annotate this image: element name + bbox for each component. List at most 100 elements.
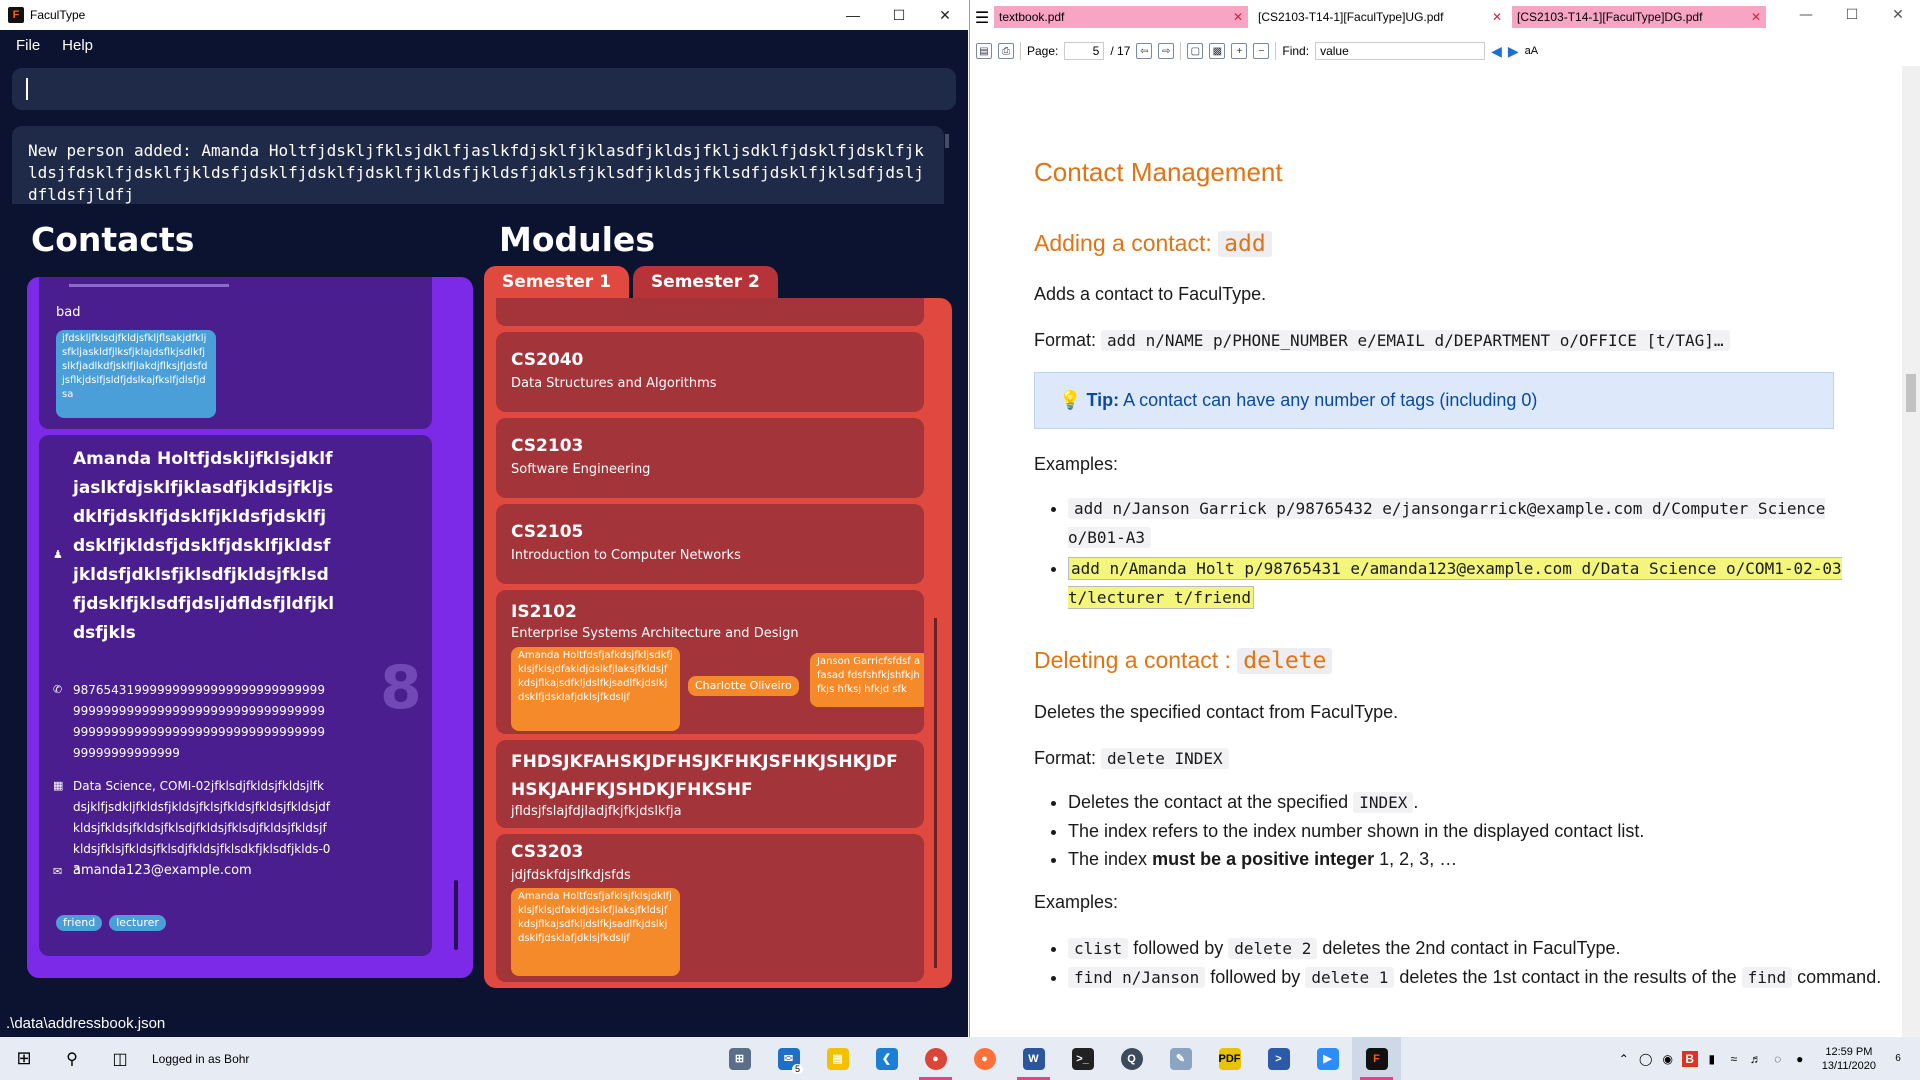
calculator-app[interactable]: ⊞ xyxy=(715,1037,764,1080)
chrome-icon: ● xyxy=(924,1047,947,1070)
wifi-icon[interactable]: ≈ xyxy=(1726,1051,1742,1067)
file-explorer-app[interactable]: ▤ xyxy=(813,1037,862,1080)
open-icon[interactable]: ▤ xyxy=(976,43,992,59)
window-title: FaculType xyxy=(30,8,86,22)
pdf-scroll-thumb[interactable] xyxy=(1906,374,1916,412)
notification-icon[interactable]: 6 xyxy=(1890,1051,1906,1067)
terminal-icon: >_ xyxy=(1071,1047,1094,1070)
module-card[interactable] xyxy=(496,298,924,326)
pdf-tab-ug[interactable]: [CS2103-T14-1][FaculType]UG.pdf ✕ xyxy=(1253,6,1507,28)
maximize-icon[interactable]: ☐ xyxy=(1829,0,1875,30)
contact-card[interactable]: ♟ Amanda Holtfjdskljfklsjdklfjaslkfdjskl… xyxy=(39,435,432,956)
phone-icon: ✆ xyxy=(53,683,63,696)
examples-label: Examples: xyxy=(1034,892,1119,912)
modules-list[interactable]: CS2040 Data Structures and Algorithms CS… xyxy=(484,298,952,988)
module-card[interactable]: FHDSJKFAHSKJDFHSJKFHKJSFHKJSHKJDFHSKJAHF… xyxy=(496,740,924,828)
search-app[interactable]: Q xyxy=(1107,1037,1156,1080)
module-name: Data Structures and Algorithms xyxy=(511,376,717,391)
module-code: CS2103 xyxy=(511,436,584,456)
task-view-icon[interactable]: ◫ xyxy=(96,1037,144,1080)
b-app-icon[interactable]: B xyxy=(1681,1050,1698,1067)
maximize-icon[interactable]: ☐ xyxy=(876,0,922,30)
chevron-up-icon[interactable]: ⌃ xyxy=(1616,1051,1632,1067)
search-icon[interactable]: ⚲ xyxy=(48,1037,96,1080)
match-case-icon[interactable]: aA xyxy=(1525,45,1538,57)
word-app[interactable]: W xyxy=(1009,1037,1058,1080)
find-input[interactable]: value xyxy=(1315,42,1486,60)
vscode-app[interactable]: ❮ xyxy=(862,1037,911,1080)
heading-contact-management: Contact Management xyxy=(1034,157,1283,187)
chat-icon[interactable]: ● xyxy=(1792,1051,1808,1067)
pdf-viewer-window: ☰ textbook.pdf ✕ [CS2103-T14-1][FaculTyp… xyxy=(969,0,1920,1037)
close-tab-icon[interactable]: ✕ xyxy=(1751,10,1761,24)
speaker-icon[interactable]: ♬ xyxy=(1748,1051,1764,1067)
minimize-icon[interactable]: — xyxy=(830,0,876,30)
delete-rules-list: Deletes the contact at the specified IND… xyxy=(1068,788,1868,873)
windows-start-icon[interactable]: ⊞ xyxy=(0,1037,48,1080)
menu-help[interactable]: Help xyxy=(62,37,93,54)
heading-text: Adding a contact: xyxy=(1034,230,1212,256)
result-scrollbar[interactable] xyxy=(945,134,949,148)
minimize-icon[interactable]: — xyxy=(1783,0,1829,30)
bullet-text: 1, 2, 3, … xyxy=(1379,849,1458,869)
next-page-icon[interactable]: ⇨ xyxy=(1158,43,1175,59)
module-card[interactable]: IS2102 Enterprise Systems Architecture a… xyxy=(496,590,924,734)
find-label: Find: xyxy=(1282,44,1310,58)
close-icon[interactable]: ✕ xyxy=(1875,0,1920,30)
find-next-icon[interactable]: ▶ xyxy=(1508,43,1519,60)
fit-width-icon[interactable]: ▩ xyxy=(1209,43,1226,59)
facultype-app[interactable]: F xyxy=(1352,1037,1401,1080)
module-card[interactable]: CS2040 Data Structures and Algorithms xyxy=(496,332,924,412)
brush-icon: ✎ xyxy=(1169,1047,1192,1070)
module-code: IS2102 xyxy=(511,602,577,622)
module-card[interactable]: CS2103 Software Engineering xyxy=(496,418,924,498)
droplet-icon[interactable]: ◯ xyxy=(1638,1051,1654,1067)
shield-icon[interactable]: ◉ xyxy=(1660,1051,1676,1067)
example-text: followed by xyxy=(1210,967,1301,987)
fit-page-icon[interactable]: ▢ xyxy=(1187,43,1204,59)
page-number-input[interactable]: 5 xyxy=(1064,42,1105,60)
zoom-app[interactable]: ▶ xyxy=(1303,1037,1352,1080)
pdf-scrollbar[interactable] xyxy=(1902,66,1920,1037)
find-prev-icon[interactable]: ◀ xyxy=(1491,43,1502,60)
tab-semester-1[interactable]: Semester 1 xyxy=(484,266,629,298)
menu-file[interactable]: File xyxy=(16,37,40,54)
pdf-reader-app[interactable]: PDF xyxy=(1205,1037,1254,1080)
tab-semester-2[interactable]: Semester 2 xyxy=(632,266,778,298)
battery-icon[interactable]: ▮ xyxy=(1704,1051,1720,1067)
close-tab-icon[interactable]: ✕ xyxy=(1492,10,1502,24)
close-icon[interactable]: ✕ xyxy=(922,0,968,30)
command-input[interactable] xyxy=(12,68,956,110)
toolbar-separator xyxy=(1020,42,1021,60)
contacts-list[interactable]: bad jfdskljfklsdjfkldjsfkljflsakjdfkljsf… xyxy=(27,277,473,978)
terminal-app[interactable]: >_ xyxy=(1058,1037,1107,1080)
truncated-text xyxy=(69,284,229,287)
mail-app[interactable]: ✉ 5 xyxy=(764,1037,813,1080)
pdf-tab-label: [CS2103-T14-1][FaculType]DG.pdf xyxy=(1517,10,1703,24)
list-item: The index refers to the index number sho… xyxy=(1068,817,1868,845)
zoom-out-icon[interactable]: − xyxy=(1253,43,1270,59)
close-tab-icon[interactable]: ✕ xyxy=(1233,10,1243,24)
modules-scrollbar[interactable] xyxy=(934,618,937,968)
chrome-app[interactable]: ● xyxy=(911,1037,960,1080)
contact-card[interactable]: bad jfdskljfklsdjfkldjsfkljflsakjdfkljsf… xyxy=(39,277,432,429)
firefox-app[interactable]: ● xyxy=(960,1037,1009,1080)
clock[interactable]: 12:59 PM 13/11/2020 xyxy=(1822,1045,1876,1073)
powershell-app[interactable]: > xyxy=(1254,1037,1303,1080)
list-item: The index must be a positive integer 1, … xyxy=(1068,845,1868,873)
module-card[interactable]: CS2105 Introduction to Computer Networks xyxy=(496,504,924,584)
zoom-in-icon[interactable]: + xyxy=(1231,43,1248,59)
pdf-tab-dg[interactable]: [CS2103-T14-1][FaculType]DG.pdf ✕ xyxy=(1512,6,1766,28)
prev-page-icon[interactable]: ⇦ xyxy=(1136,43,1153,59)
hamburger-menu-icon[interactable]: ☰ xyxy=(970,0,994,34)
pdf-tab-textbook[interactable]: textbook.pdf ✕ xyxy=(994,6,1248,28)
contacts-scrollbar[interactable] xyxy=(454,880,458,950)
print-icon[interactable]: ⎙ xyxy=(998,43,1014,59)
vscode-icon: ❮ xyxy=(875,1047,898,1070)
paint-app[interactable]: ✎ xyxy=(1156,1037,1205,1080)
contact-email: amanda123@example.com xyxy=(73,863,252,878)
language-icon[interactable]: ◌ xyxy=(1770,1051,1786,1067)
toolbar-separator xyxy=(1275,42,1277,60)
list-item: Deletes the contact at the specified IND… xyxy=(1068,788,1868,817)
module-card[interactable]: CS3203 jdjfdskfdjslfkdjsfds Amanda Holtf… xyxy=(496,834,924,982)
